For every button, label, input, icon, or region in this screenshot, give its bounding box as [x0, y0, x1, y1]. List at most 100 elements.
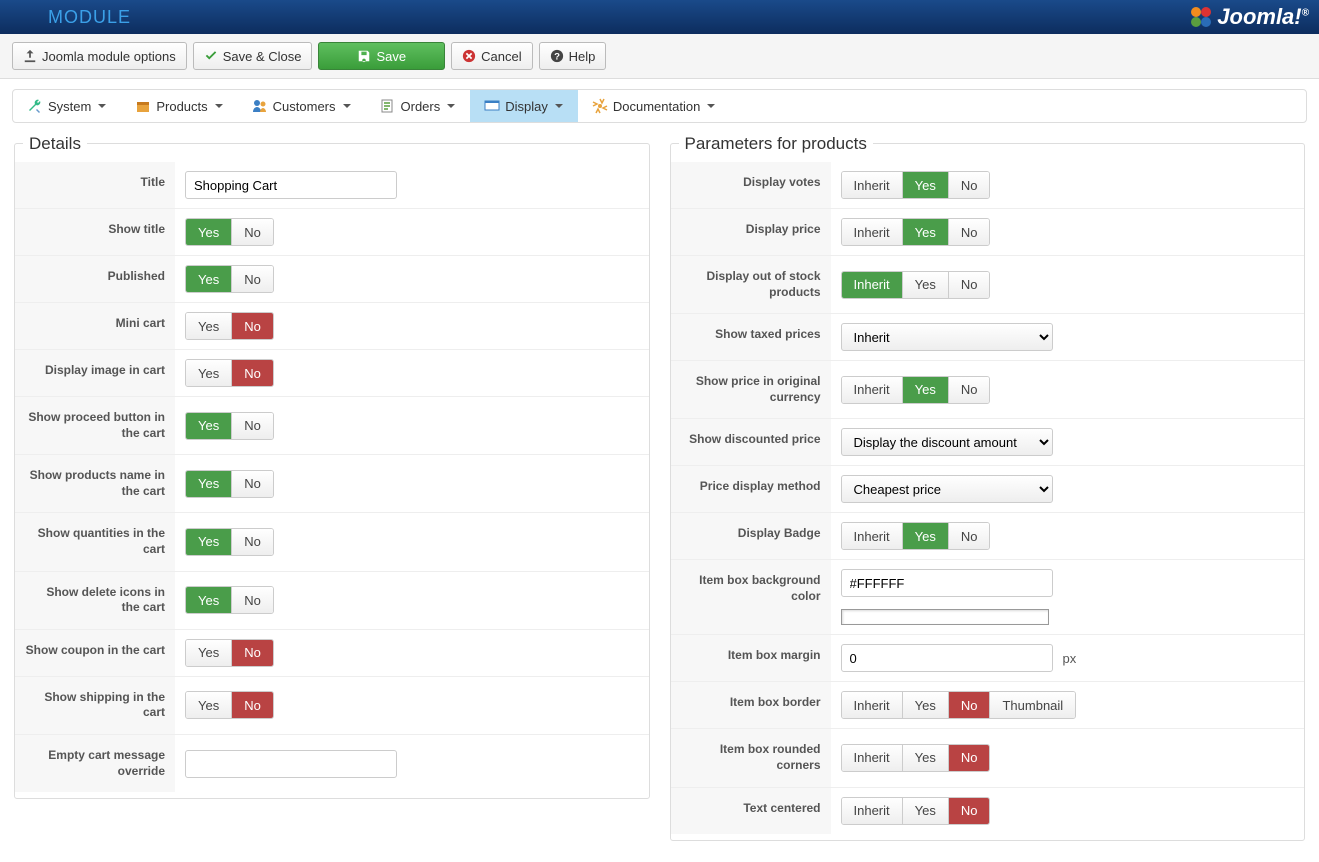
radio-option-yes[interactable]: Yes — [903, 523, 949, 549]
radio-option-thumbnail[interactable]: Thumbnail — [990, 692, 1075, 718]
row-published: Published YesNo — [15, 256, 649, 303]
joomla-icon — [1189, 5, 1213, 29]
caret-icon — [707, 104, 715, 108]
radio-option-inherit[interactable]: Inherit — [842, 523, 903, 549]
row-border: Item box border InheritYesNoThumbnail — [671, 682, 1305, 729]
radio-option-no[interactable]: No — [949, 219, 990, 245]
radio-option-yes[interactable]: Yes — [186, 692, 232, 718]
row-empty-msg: Empty cart message override — [15, 735, 649, 792]
radio-option-no[interactable]: No — [949, 172, 990, 198]
radio-option-no[interactable]: No — [232, 587, 273, 613]
radio-option-inherit[interactable]: Inherit — [842, 377, 903, 403]
cancel-label: Cancel — [481, 49, 521, 64]
input-title[interactable] — [185, 171, 397, 199]
upload-icon — [23, 49, 37, 63]
select-price-method[interactable]: Cheapest price — [841, 475, 1053, 503]
row-shipping: Show shipping in the cart YesNo — [15, 677, 649, 735]
select-taxed-prices[interactable]: Inherit — [841, 323, 1053, 351]
menu-documentation[interactable]: Documentation — [578, 90, 730, 122]
radio-option-inherit[interactable]: Inherit — [842, 172, 903, 198]
radio-option-no[interactable]: No — [949, 692, 991, 718]
radio-option-inherit[interactable]: Inherit — [842, 219, 903, 245]
margin-suffix: px — [1063, 651, 1077, 666]
radio-option-no[interactable]: No — [949, 272, 990, 298]
radio-option-yes[interactable]: Yes — [186, 529, 232, 555]
row-proceed-button: Show proceed button in the cart YesNo — [15, 397, 649, 455]
radio-option-yes[interactable]: Yes — [186, 360, 232, 386]
radio-option-no[interactable]: No — [232, 471, 273, 497]
radio-group: InheritYesNo — [841, 171, 991, 199]
save-button[interactable]: Save — [318, 42, 445, 70]
display-icon — [484, 98, 500, 114]
radio-option-no[interactable]: No — [949, 377, 990, 403]
doc-icon — [592, 98, 608, 114]
row-out-of-stock: Display out of stock products InheritYes… — [671, 256, 1305, 314]
radio-option-yes[interactable]: Yes — [186, 313, 232, 339]
row-quantities: Show quantities in the cart YesNo — [15, 513, 649, 571]
radio-option-yes[interactable]: Yes — [903, 377, 949, 403]
row-rounded: Item box rounded corners InheritYesNo — [671, 729, 1305, 787]
module-title: MODULE — [48, 7, 131, 28]
module-options-button[interactable]: Joomla module options — [12, 42, 187, 70]
menu-products[interactable]: Products — [121, 90, 237, 122]
radio-group: InheritYesNo — [841, 797, 991, 825]
save-label: Save — [376, 49, 406, 64]
content-area: Details Title Show title YesNo Published… — [0, 133, 1319, 851]
menu-customers[interactable]: Customers — [238, 90, 366, 122]
help-button[interactable]: ? Help — [539, 42, 607, 70]
radio-option-yes[interactable]: Yes — [186, 219, 232, 245]
radio-option-yes[interactable]: Yes — [903, 692, 949, 718]
menu-system[interactable]: System — [13, 90, 121, 122]
radio-option-yes[interactable]: Yes — [186, 587, 232, 613]
row-taxed-prices: Show taxed prices Inherit — [671, 314, 1305, 361]
radio-option-yes[interactable]: Yes — [186, 266, 232, 292]
help-icon: ? — [550, 49, 564, 63]
radio-option-yes[interactable]: Yes — [903, 798, 949, 824]
menu-display[interactable]: Display — [470, 90, 578, 122]
radio-option-yes[interactable]: Yes — [186, 471, 232, 497]
radio-group: YesNo — [185, 691, 274, 719]
input-margin[interactable] — [841, 644, 1053, 672]
color-swatch[interactable] — [841, 609, 1049, 625]
select-discounted[interactable]: Display the discount amount — [841, 428, 1053, 456]
radio-option-yes[interactable]: Yes — [186, 640, 232, 666]
users-icon — [252, 98, 268, 114]
input-empty-msg[interactable] — [185, 750, 397, 778]
radio-group: YesNo — [185, 218, 274, 246]
menu-orders[interactable]: Orders — [366, 90, 471, 122]
save-close-button[interactable]: Save & Close — [193, 42, 313, 70]
radio-option-no[interactable]: No — [232, 640, 273, 666]
label-title: Title — [15, 162, 175, 208]
radio-option-yes[interactable]: Yes — [903, 172, 949, 198]
cancel-icon — [462, 49, 476, 63]
params-panel: Parameters for products Display votes In… — [670, 143, 1306, 841]
radio-option-inherit[interactable]: Inherit — [842, 272, 903, 298]
radio-option-no[interactable]: No — [232, 529, 273, 555]
radio-option-no[interactable]: No — [232, 360, 273, 386]
radio-option-yes[interactable]: Yes — [186, 413, 232, 439]
radio-option-no[interactable]: No — [232, 219, 273, 245]
row-show-title: Show title YesNo — [15, 209, 649, 256]
radio-group: YesNo — [185, 586, 274, 614]
radio-option-inherit[interactable]: Inherit — [842, 692, 903, 718]
radio-option-no[interactable]: No — [232, 266, 273, 292]
box-icon — [135, 98, 151, 114]
radio-option-no[interactable]: No — [232, 413, 273, 439]
radio-option-no[interactable]: No — [232, 313, 273, 339]
radio-option-no[interactable]: No — [232, 692, 273, 718]
radio-group: YesNo — [185, 412, 274, 440]
cancel-button[interactable]: Cancel — [451, 42, 532, 70]
radio-option-no[interactable]: No — [949, 523, 990, 549]
radio-option-yes[interactable]: Yes — [903, 272, 949, 298]
radio-option-yes[interactable]: Yes — [903, 745, 949, 771]
top-bar: MODULE Joomla!® — [0, 0, 1319, 34]
radio-option-no[interactable]: No — [949, 745, 990, 771]
radio-option-no[interactable]: No — [949, 798, 990, 824]
radio-option-inherit[interactable]: Inherit — [842, 745, 903, 771]
radio-group: InheritYesNo — [841, 376, 991, 404]
module-options-label: Joomla module options — [42, 49, 176, 64]
radio-option-inherit[interactable]: Inherit — [842, 798, 903, 824]
row-discounted: Show discounted price Display the discou… — [671, 419, 1305, 466]
input-bg-color[interactable] — [841, 569, 1053, 597]
radio-option-yes[interactable]: Yes — [903, 219, 949, 245]
